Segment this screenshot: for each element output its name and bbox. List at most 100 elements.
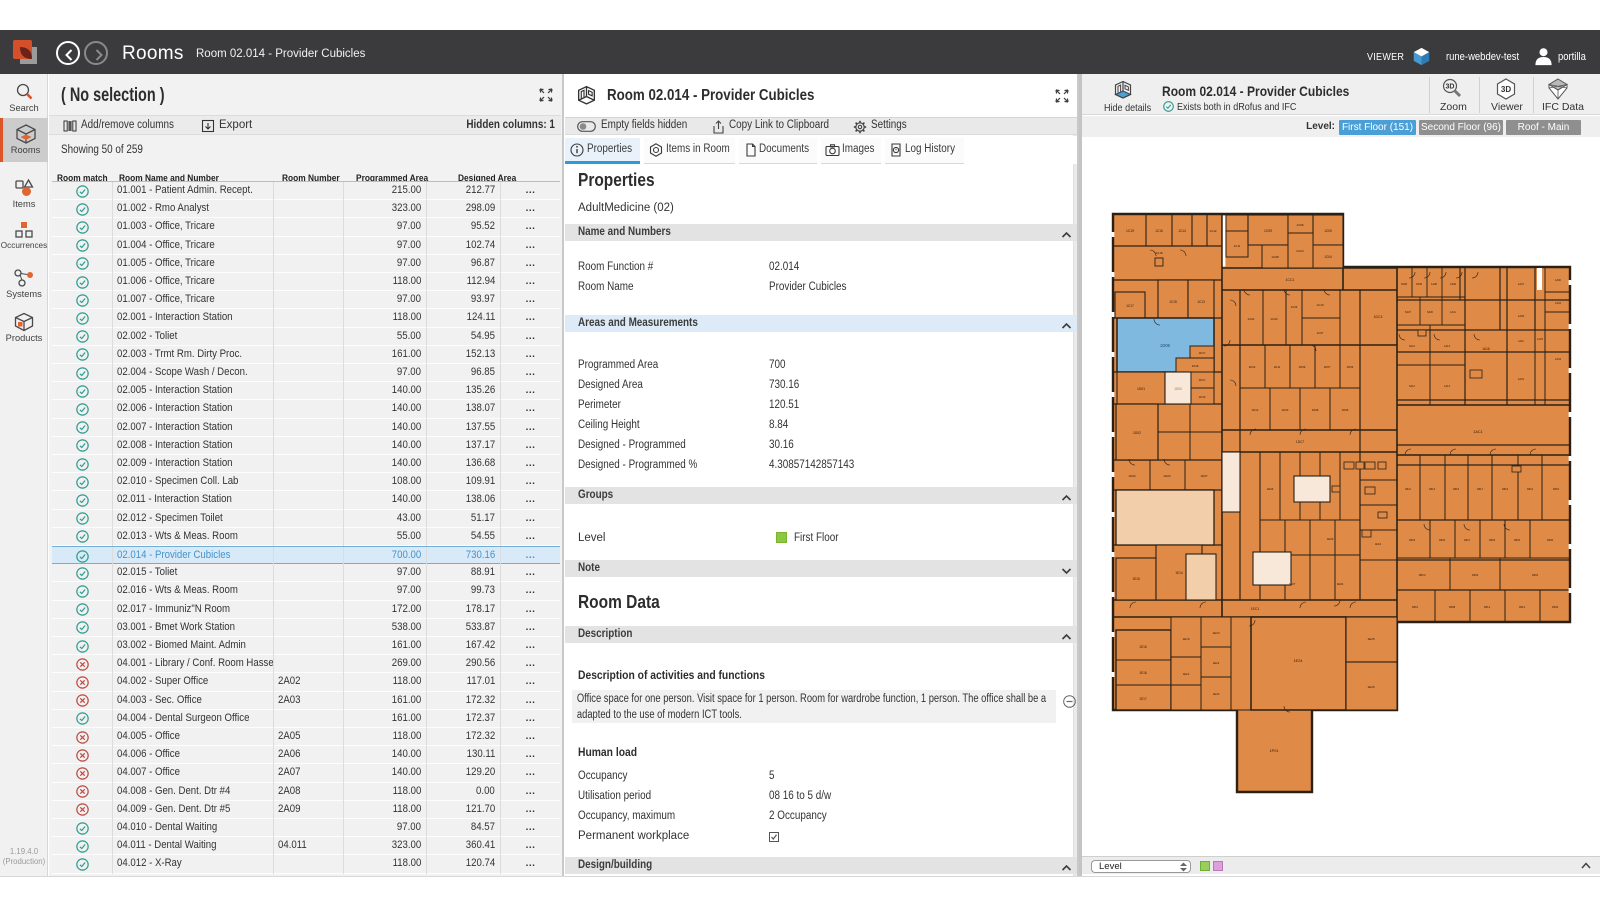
svg-text:1C01: 1C01 xyxy=(1247,317,1255,321)
svg-text:1C02: 1C02 xyxy=(1270,317,1278,321)
svg-text:1B05: 1B05 xyxy=(1547,538,1554,542)
svg-text:1B08: 1B08 xyxy=(1449,605,1456,609)
svg-text:3D: 3D xyxy=(1446,84,1455,91)
svg-text:1E06: 1E06 xyxy=(1267,487,1274,491)
svg-text:1A14: 1A14 xyxy=(1444,385,1450,388)
svg-text:1DC7: 1DC7 xyxy=(1296,440,1304,444)
svg-text:1D11: 1D11 xyxy=(1274,365,1281,369)
svg-text:1B01: 1B01 xyxy=(1553,487,1560,491)
svg-text:1C11: 1C11 xyxy=(1234,244,1241,248)
svg-text:5A07: 5A07 xyxy=(1405,311,1411,314)
svg-text:1D18: 1D18 xyxy=(1192,364,1199,368)
svg-text:1C05: 1C05 xyxy=(1324,229,1332,233)
svg-text:1C04: 1C04 xyxy=(1324,255,1332,259)
svg-text:5A11: 5A11 xyxy=(1409,345,1415,348)
svg-text:1A05: 1A05 xyxy=(1518,314,1525,318)
svg-text:1A11: 1A11 xyxy=(1450,311,1456,314)
svg-text:1A09: 1A09 xyxy=(1450,283,1456,286)
svg-text:1A01: 1A01 xyxy=(1518,377,1525,381)
svg-text:1D00: 1D00 xyxy=(1174,387,1182,391)
svg-text:1C14: 1C14 xyxy=(1178,229,1186,233)
svg-text:1B03: 1B03 xyxy=(1472,573,1479,577)
svg-text:1B15: 1B15 xyxy=(1453,487,1460,491)
svg-text:1A06: 1A06 xyxy=(1555,279,1561,282)
svg-text:1B25: 1B25 xyxy=(1439,538,1446,542)
svg-text:1A16: 1A16 xyxy=(1482,347,1490,351)
svg-text:1E24: 1E24 xyxy=(1294,659,1303,663)
svg-text:1D17: 1D17 xyxy=(1199,351,1206,355)
svg-text:1EC2: 1EC2 xyxy=(1375,543,1382,546)
svg-text:1D09: 1D09 xyxy=(1299,365,1306,369)
svg-text:1B27: 1B27 xyxy=(1464,538,1471,542)
svg-text:1D07: 1D07 xyxy=(1324,365,1331,369)
svg-text:1CC2: 1CC2 xyxy=(1296,249,1304,253)
svg-text:1D17: 1D17 xyxy=(1199,378,1206,382)
svg-text:1E26: 1E26 xyxy=(1367,685,1374,689)
svg-text:1C18: 1C18 xyxy=(1155,251,1163,255)
svg-text:1B21: 1B21 xyxy=(1527,487,1534,491)
svg-text:1D19: 1D19 xyxy=(1199,395,1206,399)
svg-text:1AC5: 1AC5 xyxy=(1537,338,1544,341)
svg-text:1C06: 1C06 xyxy=(1296,223,1304,227)
svg-text:1A07: 1A07 xyxy=(1518,282,1525,286)
svg-text:1C17: 1C17 xyxy=(1126,304,1134,308)
svg-text:1B13: 1B13 xyxy=(1429,487,1436,491)
svg-text:1A10: 1A10 xyxy=(1518,340,1524,343)
svg-text:5A06: 5A06 xyxy=(1427,311,1433,314)
svg-text:1B19: 1B19 xyxy=(1502,487,1509,491)
svg-text:1B17: 1B17 xyxy=(1477,487,1484,491)
svg-text:1D12: 1D12 xyxy=(1252,408,1259,412)
svg-text:1P01: 1P01 xyxy=(1270,749,1279,753)
svg-text:1D01: 1D01 xyxy=(1137,387,1145,391)
svg-text:1E23: 1E23 xyxy=(1212,631,1219,635)
svg-text:1E15: 1E15 xyxy=(1132,577,1140,581)
svg-text:1B14: 1B14 xyxy=(1484,605,1491,609)
svg-text:1E14: 1E14 xyxy=(1175,571,1183,575)
svg-text:1A04: 1A04 xyxy=(1555,302,1561,305)
svg-text:1D27: 1D27 xyxy=(1200,474,1208,478)
svg-text:1C03: 1C03 xyxy=(1291,305,1298,309)
svg-text:5A09: 5A09 xyxy=(1416,283,1422,286)
svg-text:1A13: 1A13 xyxy=(1444,345,1450,348)
svg-text:1C15: 1C15 xyxy=(1169,300,1177,304)
svg-text:1E21: 1E21 xyxy=(1183,672,1190,676)
svg-text:3D: 3D xyxy=(1501,85,1511,94)
svg-text:5A12: 5A12 xyxy=(1409,385,1415,388)
svg-text:1DC3: 1DC3 xyxy=(1374,315,1383,319)
svg-text:1B11: 1B11 xyxy=(1405,487,1411,491)
svg-text:1D05: 1D05 xyxy=(1342,408,1349,412)
svg-text:1E04: 1E04 xyxy=(1337,582,1344,586)
svg-text:1AC1: 1AC1 xyxy=(1473,430,1483,434)
svg-text:1E20: 1E20 xyxy=(1213,692,1220,696)
svg-text:1A02: 1A02 xyxy=(1555,357,1562,361)
svg-text:1D13: 1D13 xyxy=(1249,365,1256,369)
svg-text:1C12: 1C12 xyxy=(1209,229,1217,233)
svg-text:1D23: 1D23 xyxy=(1128,474,1136,478)
svg-text:1C09: 1C09 xyxy=(1264,229,1272,233)
svg-text:1C07: 1C07 xyxy=(1317,331,1324,335)
svg-text:1EC1: 1EC1 xyxy=(1251,607,1260,611)
svg-text:1C13: 1C13 xyxy=(1197,300,1205,304)
svg-text:1C16: 1C16 xyxy=(1155,229,1163,233)
svg-text:1E16: 1E16 xyxy=(1139,645,1147,649)
svg-text:1D06: 1D06 xyxy=(1160,343,1171,348)
svg-text:1B06: 1B06 xyxy=(1552,605,1559,609)
svg-text:1E25: 1E25 xyxy=(1367,637,1374,641)
svg-text:1D10: 1D10 xyxy=(1282,408,1289,412)
svg-text:1D02: 1D02 xyxy=(1133,431,1141,435)
svg-text:1B29: 1B29 xyxy=(1489,538,1496,542)
svg-text:1E07: 1E07 xyxy=(1289,582,1296,586)
svg-text:1E18: 1E18 xyxy=(1139,671,1147,675)
svg-text:1B10: 1B10 xyxy=(1412,605,1419,609)
svg-text:1E19: 1E19 xyxy=(1182,637,1189,641)
svg-text:1C10: 1C10 xyxy=(1316,303,1324,307)
svg-text:1D08: 1D08 xyxy=(1312,408,1319,412)
svg-text:5A08: 5A08 xyxy=(1401,283,1407,286)
svg-text:1CC1: 1CC1 xyxy=(1286,278,1295,282)
svg-text:1D06: 1D06 xyxy=(1347,365,1354,369)
svg-text:1B23: 1B23 xyxy=(1409,538,1416,542)
svg-text:1B12: 1B12 xyxy=(1519,605,1526,609)
svg-text:1A08: 1A08 xyxy=(1431,283,1437,286)
svg-text:1C08: 1C08 xyxy=(1271,255,1279,259)
svg-text:1B04: 1B04 xyxy=(1514,538,1521,542)
